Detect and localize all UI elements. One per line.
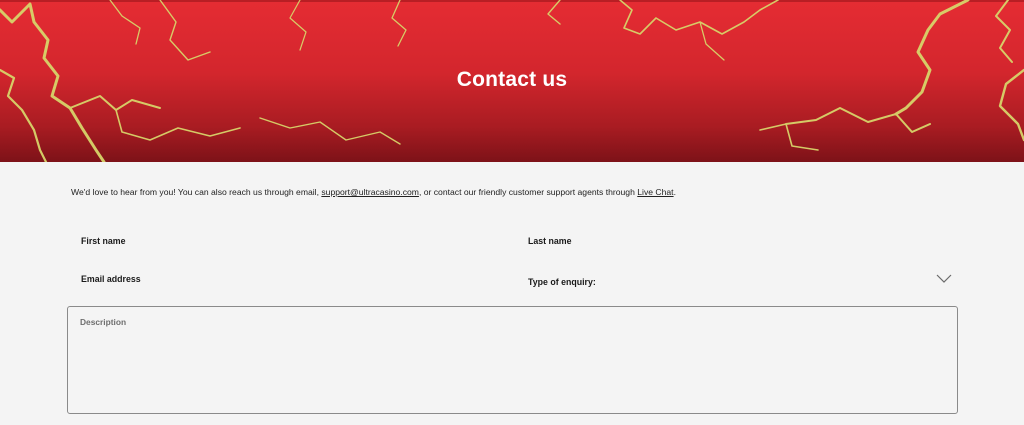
chevron-down-icon[interactable] (936, 274, 952, 284)
page-header-banner: Contact us (0, 0, 1024, 162)
description-placeholder: Description (80, 317, 127, 327)
last-name-field[interactable]: Last name (528, 236, 572, 246)
email-field[interactable]: Email address (81, 274, 141, 284)
intro-text: We'd love to hear from you! You can also… (71, 187, 971, 197)
first-name-field[interactable]: First name (81, 236, 126, 246)
support-email-link[interactable]: support@ultracasino.com (321, 187, 419, 197)
intro-text-before: We'd love to hear from you! You can also… (71, 187, 322, 197)
page-title: Contact us (456, 68, 568, 91)
description-textarea[interactable]: Description (67, 306, 958, 414)
intro-text-middle: , or contact our friendly customer suppo… (418, 187, 638, 197)
intro-text-after: . (673, 187, 676, 197)
live-chat-link[interactable]: Live Chat (637, 187, 673, 197)
enquiry-type-select[interactable]: Type of enquiry: (528, 277, 596, 287)
